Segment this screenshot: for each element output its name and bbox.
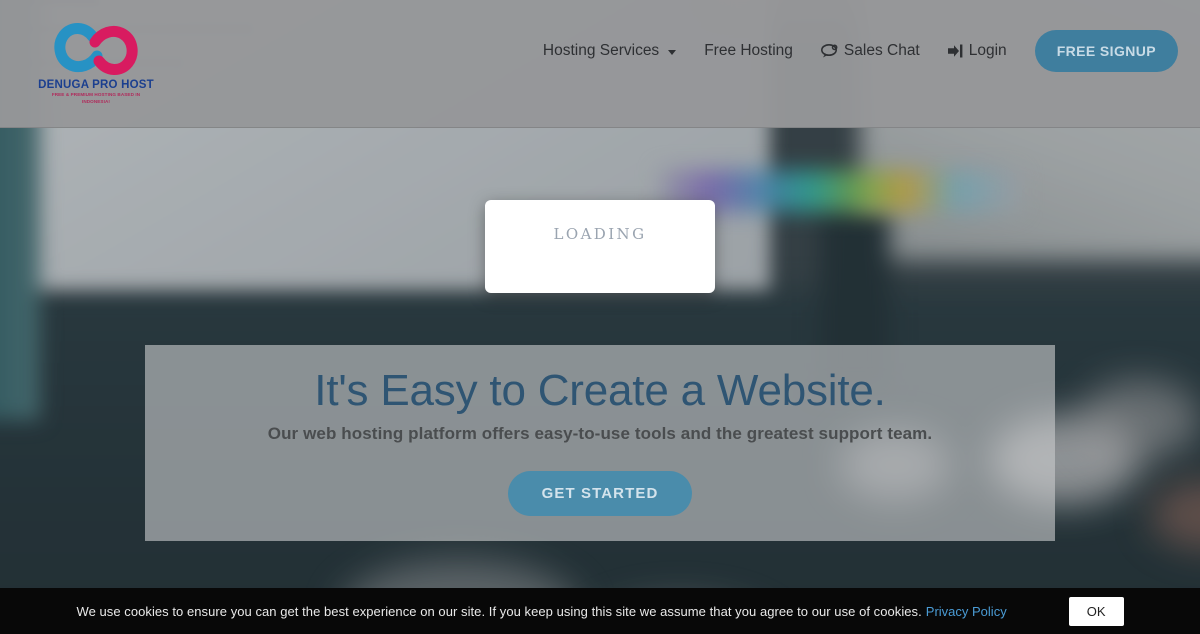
hero-headline: It's Easy to Create a Website. <box>314 366 886 415</box>
cookie-message: We use cookies to ensure you can get the… <box>76 603 922 619</box>
logo-tagline: FREE & PREMIUM HOSTING BASED IN INDONESI… <box>51 92 141 104</box>
nav-item-hosting-services[interactable]: Hosting Services <box>529 32 690 70</box>
logo-wordmark: DENUGA PRO HOST <box>38 79 154 91</box>
get-started-button[interactable]: GET STARTED <box>507 470 693 516</box>
nav-item-free-hosting[interactable]: Free Hosting <box>690 32 807 70</box>
free-signup-button[interactable]: FREE SIGNUP <box>1034 30 1178 72</box>
loading-label: LOADING <box>553 225 647 243</box>
site-header: DENUGA PRO HOST FREE & PREMIUM HOSTING B… <box>0 0 1200 128</box>
chevron-down-icon <box>668 49 677 55</box>
loading-modal: LOADING <box>485 200 715 293</box>
nav-item-sales-chat[interactable]: Sales Chat <box>807 32 934 70</box>
infinity-loops-icon <box>54 23 138 75</box>
hero-subtitle: Our web hosting platform offers easy-to-… <box>267 423 933 443</box>
chat-bubble-icon <box>820 44 838 58</box>
page-root: DENUGA PRO HOST FREE & PREMIUM HOSTING B… <box>0 0 1200 634</box>
cookie-accept-button[interactable]: OK <box>1068 596 1124 626</box>
privacy-policy-link[interactable]: Privacy Policy <box>926 604 1007 619</box>
main-navigation: Hosting Services Free Hosting Sales Chat <box>529 30 1178 72</box>
nav-label-sales-chat: Sales Chat <box>843 42 920 59</box>
cookie-consent-banner: We use cookies to ensure you can get the… <box>0 588 1200 634</box>
nav-label-login: Login <box>968 42 1007 59</box>
nav-label-free-hosting: Free Hosting <box>704 42 793 59</box>
hero-panel: It's Easy to Create a Website. Our web h… <box>145 345 1055 541</box>
nav-label-hosting-services: Hosting Services <box>542 42 660 59</box>
nav-item-login[interactable]: Login <box>934 32 1021 70</box>
site-logo[interactable]: DENUGA PRO HOST FREE & PREMIUM HOSTING B… <box>38 20 154 112</box>
sign-in-arrow-icon <box>947 44 963 58</box>
